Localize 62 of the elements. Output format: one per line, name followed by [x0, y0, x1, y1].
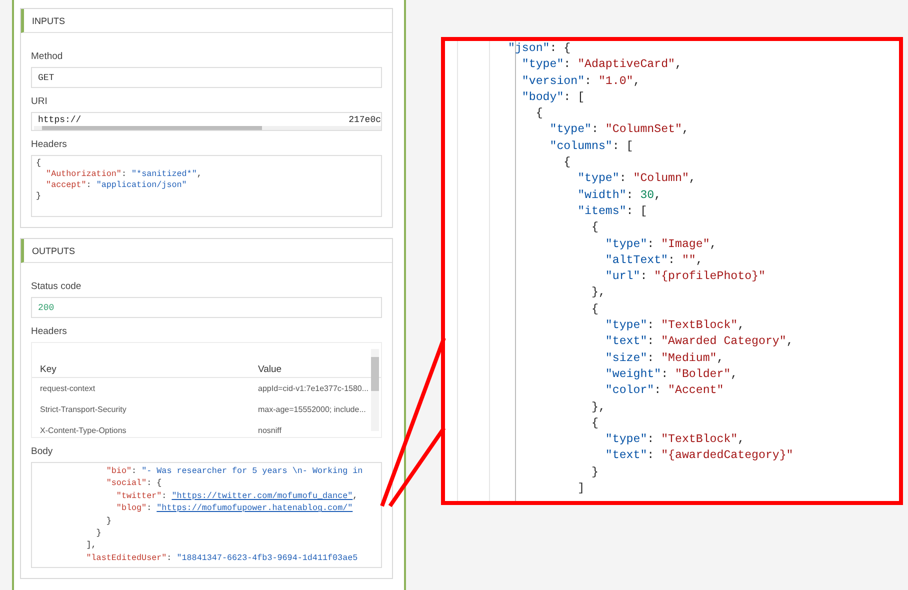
column-header: Value: [258, 364, 283, 374]
table-cell-text: Strict-Transport-Security: [40, 405, 128, 414]
code-line: "text": "Awarded Category",: [604, 334, 794, 350]
code-line: "type": "AdaptiveCard",: [520, 57, 683, 74]
table-cell: appId=cid-v1:7e1e377c-1580...: [258, 384, 369, 393]
code-line: "blog": "https://mofumofupower.hatenablog.com/": [115, 502, 354, 515]
table-cell-text: X-Content-Type-Options: [40, 426, 128, 435]
field-label: Headers: [31, 326, 68, 337]
code-line: "type": "Image",: [604, 236, 718, 253]
code-line: },: [590, 285, 606, 302]
field-label: Headers: [31, 139, 68, 150]
code-line: "altText": "",: [604, 252, 704, 269]
code-line: "size": "Medium",: [604, 350, 725, 367]
code-line: "version": "1.0",: [520, 74, 642, 90]
code-line: "bio": "- Was researcher for 5 years \n- Working in: [105, 465, 364, 478]
code-line: {: [590, 302, 600, 318]
code-line: "social": {: [105, 477, 163, 490]
code-line: "color": "Accent": [604, 383, 725, 400]
table-cell-text: request-context: [40, 384, 96, 393]
field-label: Method: [31, 51, 64, 62]
code-box[interactable]: [31, 462, 382, 568]
code-line: "text": "{awardedCategory}": [604, 448, 794, 464]
code-line: "weight": "Bolder",: [604, 366, 739, 383]
code-line: }: [105, 514, 112, 528]
scrollbar[interactable]: [371, 349, 379, 431]
field-label: Body: [31, 446, 54, 457]
uri-field[interactable]: https:// 217e0c: [31, 112, 382, 131]
table-cell: max-age=15552000; include...: [258, 405, 366, 414]
code-line: {: [562, 155, 572, 172]
field-label: Status code: [31, 281, 82, 292]
code-line: {: [534, 106, 544, 122]
code-line: {: [36, 158, 42, 169]
code-line: }: [36, 191, 42, 202]
scrollbar[interactable]: [34, 126, 381, 130]
column-header: Key: [40, 364, 58, 374]
code-line: },: [590, 400, 606, 416]
code-line: "body": [: [520, 90, 586, 106]
code-box[interactable]: { "Authorization": "*sanitized*", "accept": "application/json" }: [31, 155, 382, 217]
code-line: ]: [576, 481, 586, 498]
code-line: }: [95, 527, 102, 540]
code-line: "type": "Column",: [576, 171, 697, 188]
code-line: }: [590, 464, 600, 481]
code-line: "items": [: [576, 204, 648, 220]
code-line: "url": "{profilePhoto}": [604, 269, 766, 286]
code-line: "lastEditedUser": "18841347-6623-4fb3-9694-1d411f03ae5: [85, 552, 359, 564]
code-line: "type": "TextBlock",: [604, 432, 746, 448]
section-header: OUTPUTS: [21, 239, 392, 263]
code-line: ],: [85, 539, 98, 552]
code-line: "accept": "application/json": [45, 180, 188, 191]
code-line: "json": {: [508, 41, 572, 57]
method-field[interactable]: GET: [31, 67, 382, 88]
code-line: "width": 30,: [576, 188, 662, 204]
section-header: INPUTS: [21, 9, 392, 33]
field-label: URI: [31, 96, 48, 107]
code-line: "Authorization": "*sanitized*",: [45, 169, 203, 180]
code-line: "twitter": "https://twitter.com/mofumofu_dance",: [115, 490, 359, 502]
code-line: "type": "TextBlock",: [604, 318, 746, 334]
code-line: {: [590, 416, 600, 432]
code-line: "type": "ColumnSet",: [548, 122, 690, 138]
code-line: "columns": [: [548, 138, 634, 155]
table-cell-text: nosniff: [258, 426, 282, 435]
code-line: {: [590, 220, 600, 236]
